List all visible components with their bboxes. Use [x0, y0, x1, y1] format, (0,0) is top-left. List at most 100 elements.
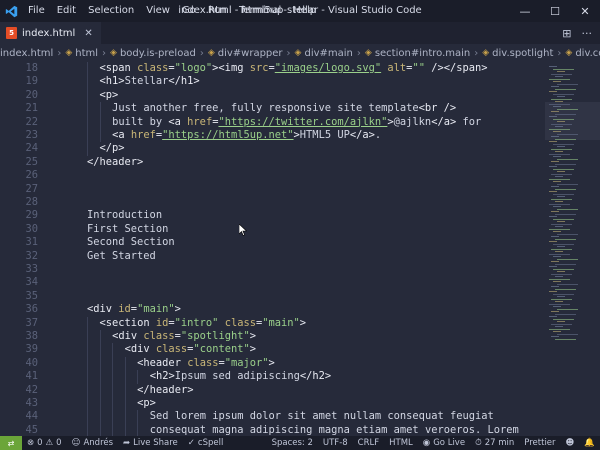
code-line[interactable]: 43 <p>: [0, 397, 545, 411]
feedback-icon[interactable]: ☻: [561, 438, 580, 448]
code-line[interactable]: 33: [0, 263, 545, 276]
code-line[interactable]: 38 <div class="spotlight">: [0, 330, 545, 344]
code-line[interactable]: 23 <a href="https://html5up.net">HTML5 UP…: [0, 129, 545, 143]
breadcrumb-item[interactable]: ◈ section#intro.main: [365, 48, 470, 59]
breadcrumb-item[interactable]: ◈ html: [65, 48, 98, 59]
code-line[interactable]: 31 Second Section: [0, 236, 545, 249]
code-line[interactable]: 19 <h1>Stellar</h1>: [0, 75, 545, 89]
chevron-right-icon: ›: [356, 47, 361, 59]
element-tag-icon: ◈: [364, 48, 372, 58]
code-line[interactable]: 32 Get Started: [0, 250, 545, 263]
menu-item-run[interactable]: Run: [202, 0, 233, 22]
code-token: Introduction: [87, 209, 163, 222]
maximize-button[interactable]: ☐: [540, 0, 570, 22]
minimize-button[interactable]: —: [510, 0, 540, 22]
menu-item-view[interactable]: View: [140, 0, 176, 22]
code-line[interactable]: 21 Just another free, fully responsive si…: [0, 102, 545, 116]
breadcrumb-item[interactable]: ◈div.content: [565, 48, 600, 59]
person-icon: ☺: [71, 438, 81, 448]
code-line[interactable]: 27: [0, 183, 545, 196]
go-live-label: Go Live: [433, 438, 466, 448]
code-line[interactable]: 41 <h2>Ipsum sed adipiscing</h2>: [0, 370, 545, 384]
breadcrumb-item[interactable]: ◈ div#wrapper: [208, 48, 283, 59]
code-line[interactable]: 20 <p>: [0, 88, 545, 103]
breadcrumb-item[interactable]: ◈ div#main: [295, 48, 353, 59]
close-window-button[interactable]: ✕: [570, 0, 600, 22]
line-number: 42: [25, 383, 38, 396]
code-line[interactable]: 22 built by <a href="https://twitter.com/…: [0, 115, 545, 129]
minimap-line: [551, 273, 572, 275]
code-line[interactable]: 34: [0, 276, 545, 289]
prettier-button[interactable]: Prettier: [519, 438, 560, 448]
menu-item-help[interactable]: Help: [287, 0, 322, 22]
cspell-button[interactable]: ✓ cSpell: [183, 438, 229, 448]
code-line[interactable]: 45 consequat magna adipiscing magna etiam…: [0, 423, 545, 436]
live-share-button[interactable]: ➦ Live Share: [118, 438, 183, 448]
code-line[interactable]: 28: [0, 196, 545, 209]
code-line[interactable]: 39 <div class="content">: [0, 343, 545, 357]
indent-guide: [87, 115, 88, 129]
encoding-button[interactable]: UTF-8: [318, 438, 353, 448]
time-tracker[interactable]: ⏱ 27 min: [470, 438, 519, 448]
code-line[interactable]: 37 <section id="intro" class="main">: [0, 316, 545, 330]
minimap-line: [551, 223, 572, 225]
split-editor-icon[interactable]: ⊞: [562, 27, 571, 40]
code-line[interactable]: 35: [0, 290, 545, 303]
code-text: <p>: [100, 89, 119, 102]
go-live-button[interactable]: ◉ Go Live: [418, 438, 470, 448]
indent-guide: [112, 370, 114, 384]
language-mode-button[interactable]: HTML: [384, 438, 418, 448]
code-text: </p>: [100, 142, 125, 155]
vscode-logo-icon[interactable]: [0, 0, 22, 22]
indent-guide: [99, 343, 101, 357]
code-line[interactable]: 29 Introduction: [0, 209, 545, 222]
code-token: consequat magna adipiscing magna etiam a…: [149, 423, 519, 436]
breadcrumb-label: html: [75, 47, 99, 59]
indentation-button[interactable]: Spaces: 2: [267, 438, 318, 448]
code-line[interactable]: 30 First Section: [0, 223, 545, 236]
code-token: id: [118, 303, 131, 316]
eol-button[interactable]: CRLF: [353, 438, 384, 448]
breadcrumb-item[interactable]: ◈ div.spotlight: [482, 48, 553, 59]
code-token: href: [187, 115, 213, 128]
minimap[interactable]: [545, 62, 600, 436]
line-number: 22: [25, 115, 38, 128]
line-number: 37: [25, 316, 38, 329]
indent-guide: [99, 356, 101, 371]
code-line[interactable]: 42 </header>: [0, 383, 545, 397]
code-editor[interactable]: 18 <span class="logo"><img src="images/lo…: [0, 62, 545, 436]
minimap-line: [553, 118, 574, 120]
minimap-line: [551, 236, 559, 237]
menu-item-file[interactable]: File: [22, 0, 51, 22]
breadcrumb-item[interactable]: index.html: [0, 48, 53, 59]
code-line[interactable]: 44 Sed lorem ipsum dolor sit amet nullam …: [0, 410, 545, 424]
code-line[interactable]: 36 <div id="main">: [0, 303, 545, 316]
code-line[interactable]: 26: [0, 169, 545, 182]
notifications-bell-icon[interactable]: 🔔: [579, 438, 600, 448]
code-token: Second Section: [87, 236, 175, 249]
code-line[interactable]: 25 </header>: [0, 156, 545, 169]
minimap-line: [555, 88, 576, 90]
remote-indicator-icon[interactable]: ⇄: [0, 436, 22, 450]
menu-item-selection[interactable]: Selection: [82, 0, 140, 22]
breadcrumb-item[interactable]: ◈ body.is-preload: [110, 48, 196, 59]
code-line[interactable]: 18 <span class="logo"><img src="images/lo…: [0, 62, 545, 76]
code-token: "spotlight": [180, 330, 250, 342]
menu-item-edit[interactable]: Edit: [51, 0, 82, 22]
minimap-line: [551, 198, 572, 200]
code-token: alt: [387, 62, 407, 74]
minimap-line: [555, 313, 576, 315]
code-line[interactable]: 40 <header class="major">: [0, 356, 545, 371]
menu-item-terminal[interactable]: Terminal: [233, 0, 287, 22]
minimap-line: [549, 303, 570, 305]
minimap-line: [557, 333, 578, 335]
menu-item-go[interactable]: Go: [176, 0, 202, 22]
more-actions-icon[interactable]: ···: [582, 27, 593, 40]
code-token: First Section: [87, 222, 169, 235]
tab-index-html[interactable]: 5 index.html ✕: [0, 22, 101, 44]
code-line[interactable]: 24 </p>: [0, 142, 545, 156]
minimap-line: [553, 168, 574, 170]
tab-close-icon[interactable]: ✕: [84, 28, 92, 39]
account-indicator[interactable]: ☺ Andrés: [67, 438, 118, 448]
problems-indicator[interactable]: ⊗ 0 ⚠ 0: [22, 438, 67, 448]
